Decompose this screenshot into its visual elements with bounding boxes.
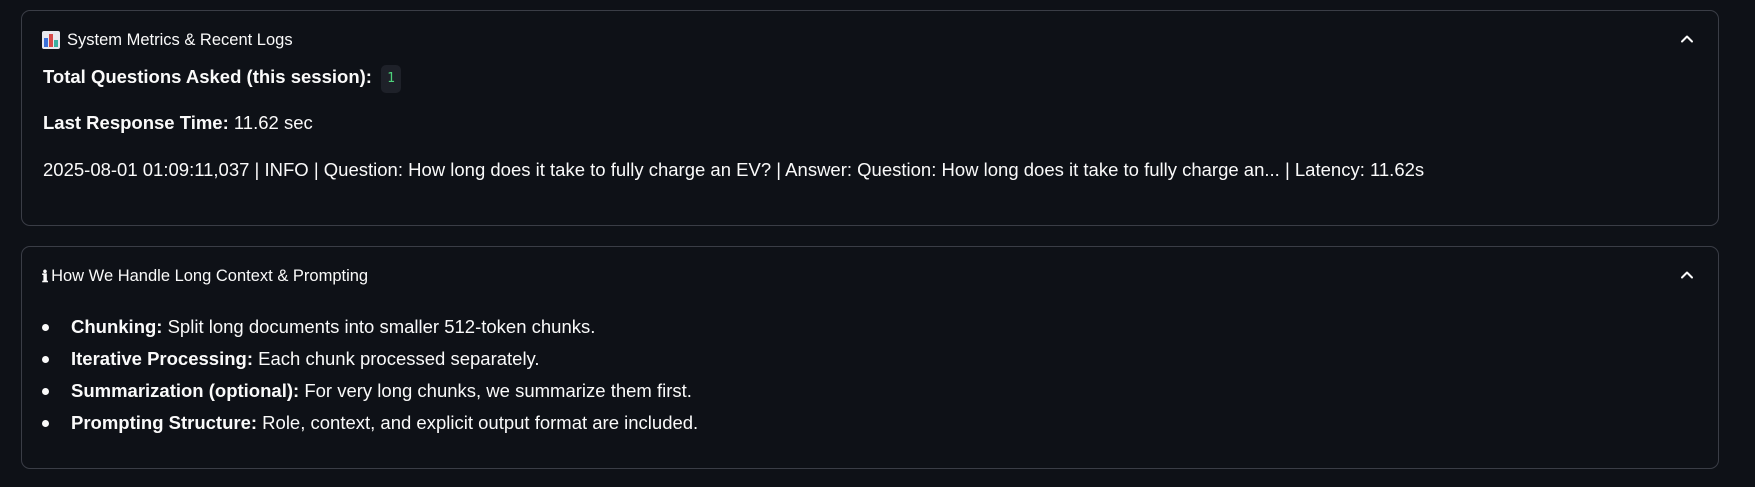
bullet-dot xyxy=(42,324,49,331)
last-response-label: Last Response Time: xyxy=(43,112,229,133)
list-item-label: Summarization (optional): xyxy=(71,380,300,401)
bullet-dot xyxy=(42,388,49,395)
metrics-expander-title: System Metrics & Recent Logs xyxy=(67,30,293,49)
list-item-text: Role, context, and explicit output forma… xyxy=(262,412,699,433)
total-questions-value: 1 xyxy=(381,65,401,93)
metrics-expander-header[interactable]: System Metrics & Recent Logs xyxy=(22,11,1718,69)
list-item-text: Split long documents into smaller 512-to… xyxy=(167,316,596,337)
bullet-dot xyxy=(42,356,49,363)
context-expander-header[interactable]: ℹ How We Handle Long Context & Prompting xyxy=(22,247,1718,305)
chevron-up-icon[interactable] xyxy=(1678,266,1696,284)
bar-chart-icon xyxy=(42,31,60,49)
total-questions-label: Total Questions Asked (this session): xyxy=(43,66,372,87)
list-item-label: Chunking: xyxy=(71,316,163,337)
chevron-up-icon[interactable] xyxy=(1678,30,1696,48)
last-response-value: 11.62 sec xyxy=(233,112,313,133)
list-item-text: For very long chunks, we summarize them … xyxy=(304,380,692,401)
context-expander-title: How We Handle Long Context & Prompting xyxy=(51,266,369,285)
metrics-expander: System Metrics & Recent Logs Total Quest… xyxy=(21,10,1719,226)
info-icon: ℹ xyxy=(42,266,49,286)
list-item-label: Prompting Structure: xyxy=(71,412,258,433)
context-expander-title-wrap: ℹ How We Handle Long Context & Prompting xyxy=(42,267,368,286)
list-item-text: Each chunk processed separately. xyxy=(258,348,540,369)
list-item-label: Iterative Processing: xyxy=(71,348,253,369)
last-response-row: Last Response Time: 11.62 sec xyxy=(43,110,313,136)
context-expander: ℹ How We Handle Long Context & Prompting… xyxy=(21,246,1719,469)
total-questions-row: Total Questions Asked (this session): 1 xyxy=(43,64,401,93)
bullet-dot xyxy=(42,420,49,427)
log-line: 2025-08-01 01:09:11,037 | INFO | Questio… xyxy=(43,159,1425,180)
metrics-expander-title-wrap: System Metrics & Recent Logs xyxy=(42,31,293,50)
